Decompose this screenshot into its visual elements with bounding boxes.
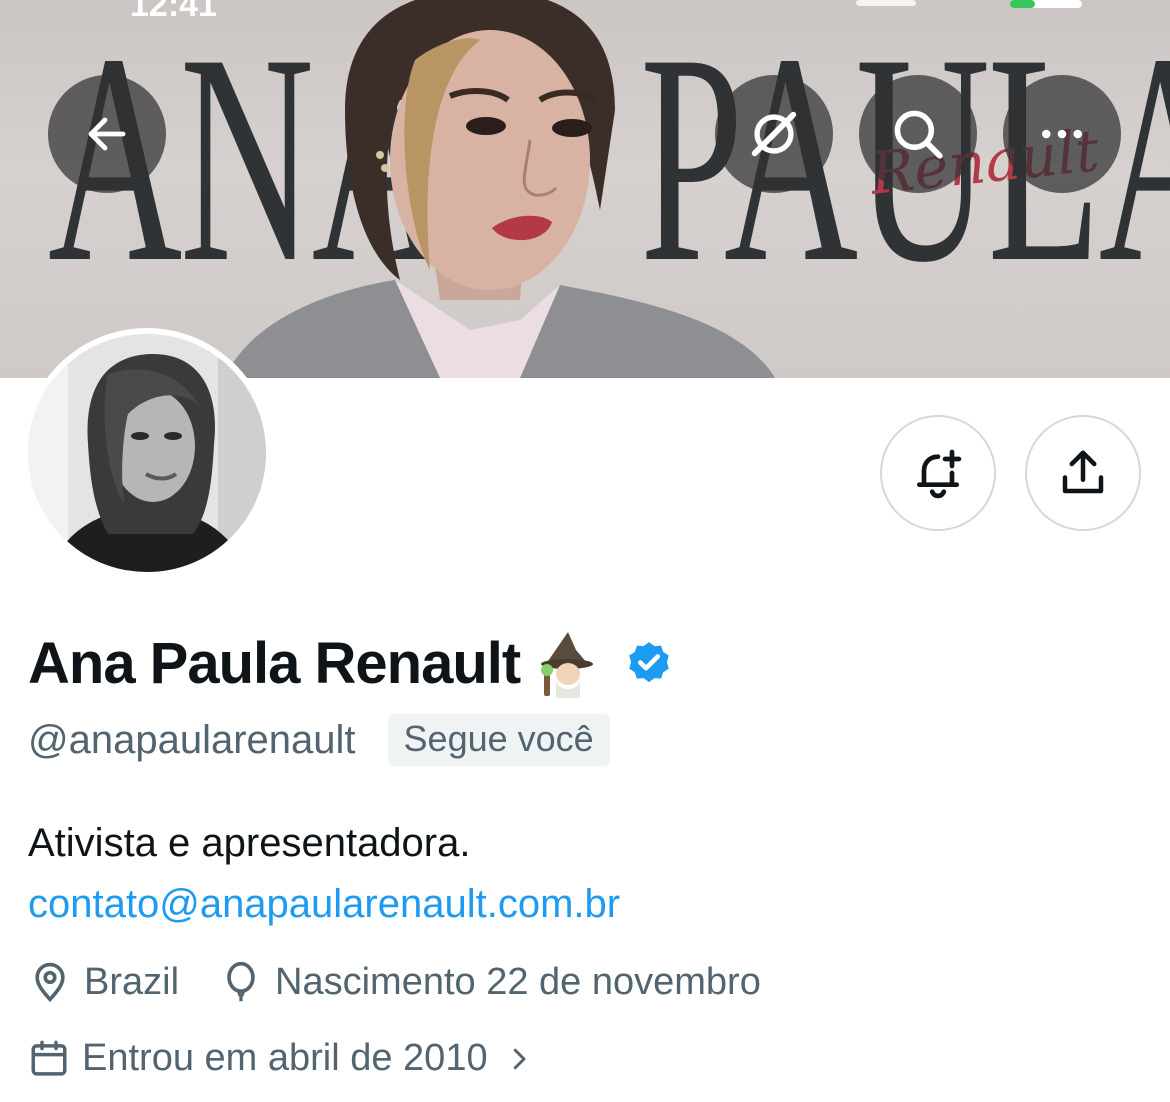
share-icon xyxy=(1062,450,1104,494)
location-pin-icon xyxy=(35,962,65,1003)
share-profile-button[interactable] xyxy=(1025,415,1141,531)
banner-portrait xyxy=(225,0,775,378)
calendar-icon xyxy=(31,1040,67,1076)
balloon-icon xyxy=(227,961,255,1002)
handle-row: @anapaularenault Segue você xyxy=(28,714,610,766)
avatar-portrait xyxy=(28,334,266,572)
arrow-left-icon xyxy=(88,117,126,151)
search-button[interactable] xyxy=(859,75,977,193)
grok-icon xyxy=(751,111,797,157)
birthday-item: Nascimento 22 de novembro xyxy=(219,960,761,1004)
profile-meta-row: Brazil Nascimento 22 de novembro xyxy=(28,960,761,1004)
bell-plus-icon xyxy=(917,449,962,499)
status-time: 12:41 xyxy=(130,0,217,24)
profile-name-row: Ana Paula Renault xyxy=(28,624,674,704)
username-handle: @anapaularenault xyxy=(28,718,356,762)
mage-emoji-icon xyxy=(541,632,594,698)
joined-text: Entrou em abril de 2010 xyxy=(82,1037,488,1079)
notify-button[interactable] xyxy=(880,415,996,531)
chevron-right-icon xyxy=(513,1048,526,1069)
search-icon xyxy=(894,110,943,159)
battery-level xyxy=(1010,0,1036,8)
back-button[interactable] xyxy=(48,75,166,193)
profile-banner[interactable]: ANA PAULA Renault 12:41 xyxy=(0,0,1170,378)
follows-you-badge: Segue você xyxy=(387,714,610,766)
verified-badge-icon[interactable] xyxy=(624,639,674,689)
location-text: Brazil xyxy=(84,960,180,1003)
battery-icon xyxy=(1010,0,1082,8)
birthday-text: Nascimento 22 de novembro xyxy=(275,960,761,1003)
joined-row[interactable]: Entrou em abril de 2010 xyxy=(28,1037,534,1080)
location-item: Brazil xyxy=(28,960,179,1004)
signal-icon xyxy=(856,0,916,6)
more-horizontal-icon xyxy=(1041,129,1083,139)
avatar[interactable] xyxy=(22,328,272,578)
display-name: Ana Paula Renault xyxy=(28,631,521,696)
profile-bio: Ativista e apresentadora. xyxy=(28,821,471,865)
bio-email-link[interactable]: contato@anapaularenault.com.br xyxy=(28,876,620,932)
more-options-button[interactable] xyxy=(1003,75,1121,193)
grok-button[interactable] xyxy=(715,75,833,193)
avatar-photo xyxy=(28,334,266,572)
